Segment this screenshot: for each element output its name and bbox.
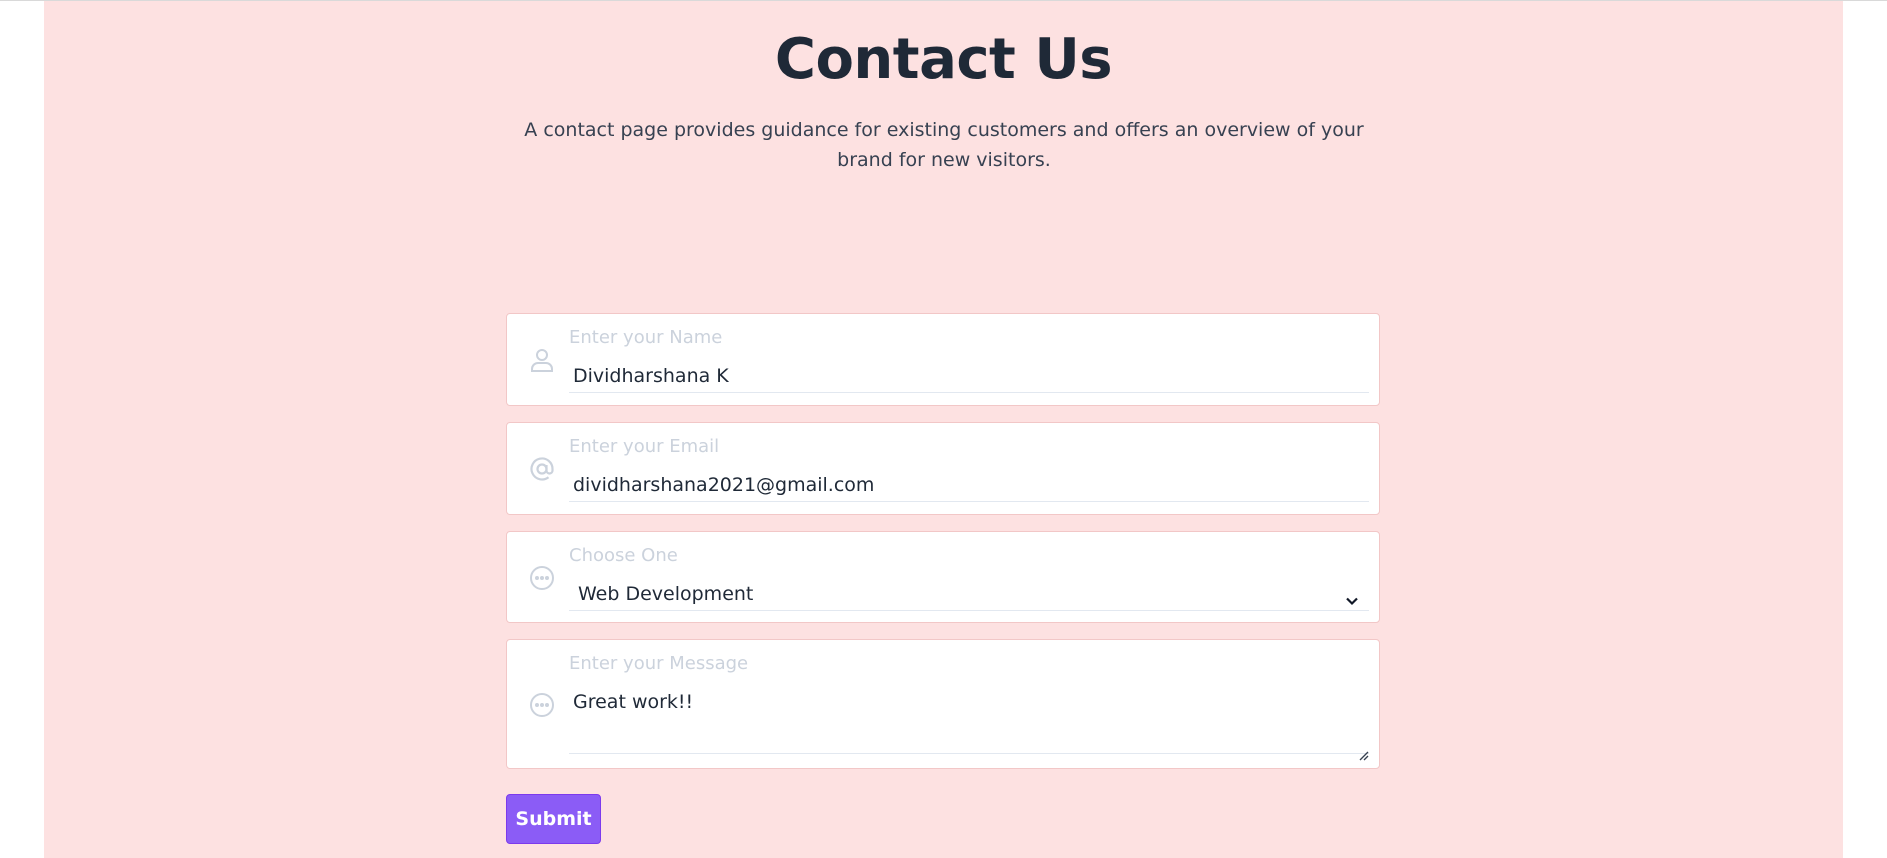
name-label: Enter your Name [569, 327, 723, 348]
message-card: Enter your Message Great work!! [506, 639, 1380, 769]
page-title: Contact Us [774, 27, 1113, 92]
user-icon [529, 347, 555, 373]
service-select[interactable]: Web Development [569, 578, 1369, 611]
service-card: Choose One Web Development [506, 531, 1380, 623]
more-horizontal-circle-icon [529, 565, 555, 591]
service-label: Choose One [569, 545, 678, 566]
service-selected-value: Web Development [578, 583, 754, 605]
message-text: Great work!! [573, 691, 694, 713]
submit-button[interactable]: Submit [506, 794, 601, 844]
email-label: Enter your Email [569, 436, 720, 457]
page-subtitle: A contact page provides guidance for exi… [524, 119, 1364, 171]
message-textarea[interactable]: Great work!! [569, 686, 1369, 761]
name-input[interactable]: Dividharshana K [569, 360, 1369, 393]
email-card: Enter your Email dividharshana2021@gmail… [506, 422, 1380, 515]
contact-page: Contact Us A contact page provides guida… [44, 1, 1843, 858]
resize-handle-icon[interactable] [1357, 739, 1369, 761]
chevron-down-icon [1345, 586, 1359, 606]
message-label: Enter your Message [569, 653, 749, 674]
name-card: Enter your Name Dividharshana K [506, 313, 1380, 406]
email-input[interactable]: dividharshana2021@gmail.com [569, 469, 1369, 502]
more-horizontal-circle-icon [529, 692, 555, 718]
at-sign-icon [529, 456, 555, 482]
